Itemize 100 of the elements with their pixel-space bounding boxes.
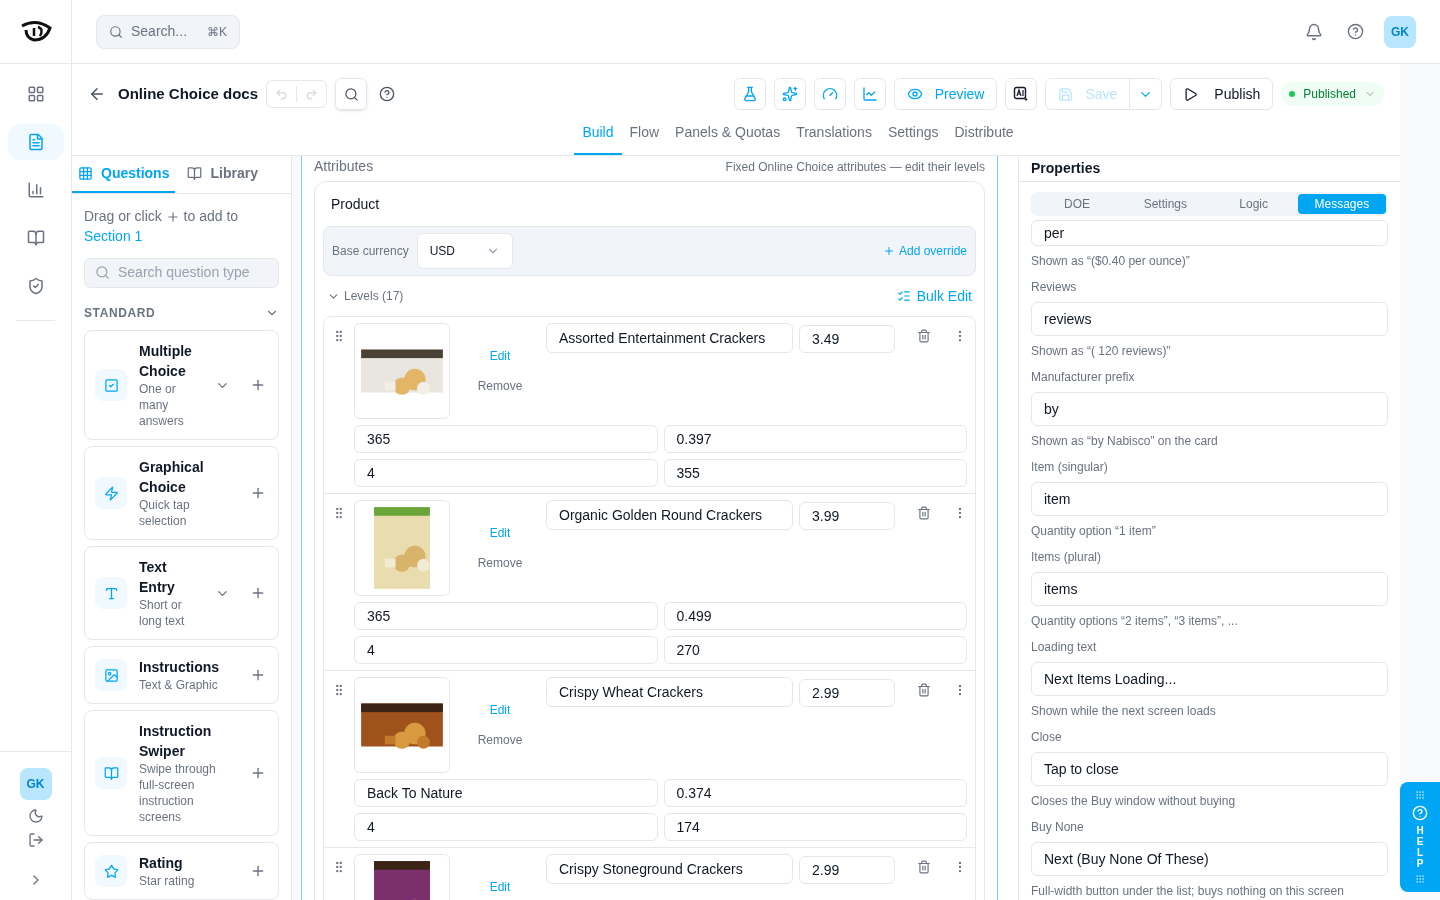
status-badge[interactable]: Published: [1281, 82, 1384, 106]
level-name-field[interactable]: Crispy Stoneground Crackers: [546, 854, 793, 884]
attribute-field[interactable]: 355: [663, 459, 967, 487]
checkbox-icon: [103, 377, 119, 393]
grid-icon: [78, 165, 93, 181]
question-type-card[interactable]: Instruction Swiper Swipe through full-screen instruction screens: [84, 710, 279, 836]
logout-icon[interactable]: [27, 832, 44, 848]
type-description: Star rating: [139, 873, 196, 889]
ai-icon: [1013, 86, 1030, 102]
question-type-card[interactable]: Instructions Text & Graphic: [84, 646, 279, 704]
remove-link[interactable]: Remove: [477, 731, 523, 749]
grip-icon: [1415, 790, 1425, 800]
toolbar-button[interactable]: [773, 78, 806, 110]
properties-tab[interactable]: Settings: [1121, 193, 1210, 214]
search-field[interactable]: Search... ⌘K: [96, 14, 241, 49]
price-field[interactable]: 2.99: [799, 856, 895, 884]
type-title: Multiple Choice: [139, 342, 193, 381]
eye-logo-icon[interactable]: [19, 19, 52, 44]
panel-tab[interactable]: Library: [179, 156, 266, 193]
text-field[interactable]: per: [1031, 220, 1388, 246]
level-name-field[interactable]: Assorted Entertainment Crackers: [546, 323, 793, 353]
text-field[interactable]: items: [1031, 572, 1388, 606]
hint-text: Drag or click: [84, 207, 162, 224]
nav-item[interactable]: [7, 124, 64, 160]
text-field[interactable]: by: [1031, 392, 1388, 426]
text-field[interactable]: Next Items Loading...: [1031, 662, 1388, 696]
text-field[interactable]: reviews: [1031, 302, 1388, 336]
remove-link[interactable]: Remove: [477, 377, 523, 395]
add-icon[interactable]: [250, 863, 266, 879]
add-icon[interactable]: [250, 485, 266, 501]
field-hint: Quantity option “1 item”: [1031, 523, 1157, 540]
question-type-card[interactable]: Rating Star rating: [84, 842, 279, 900]
trash-icon[interactable]: [917, 506, 931, 520]
properties-tab[interactable]: Logic: [1209, 193, 1298, 214]
attribute-field[interactable]: 365: [354, 602, 658, 630]
attribute-field[interactable]: 0.374: [663, 779, 967, 807]
toolbar-button[interactable]: [733, 78, 766, 110]
type-description: Short or long text: [139, 597, 186, 629]
attribute-field[interactable]: 270: [663, 636, 967, 664]
search-button[interactable]: [335, 78, 368, 110]
tab[interactable]: Settings: [879, 112, 947, 155]
tab[interactable]: Translations: [788, 112, 880, 155]
question-type-card[interactable]: Graphical Choice Quick tap selection: [84, 446, 279, 540]
trash-icon[interactable]: [917, 860, 931, 874]
resize-handle[interactable]: [292, 156, 302, 900]
field-hint: Shown as “by Nabisco” on the card: [1031, 433, 1219, 450]
bell-icon[interactable]: [1305, 22, 1323, 41]
attribute-field[interactable]: 4: [354, 459, 658, 487]
text-field[interactable]: Tap to close: [1031, 752, 1388, 786]
help-icon[interactable]: [1347, 23, 1364, 40]
add-icon[interactable]: [250, 585, 266, 601]
trash-icon[interactable]: [917, 683, 931, 697]
field-hint: Closes the Buy window without buying: [1031, 793, 1237, 810]
tab[interactable]: Distribute: [946, 112, 1022, 155]
tab[interactable]: Flow: [621, 112, 668, 155]
document-icon: [26, 133, 45, 151]
add-icon[interactable]: [250, 765, 266, 781]
price-field[interactable]: 3.49: [799, 325, 895, 353]
attribute-field[interactable]: 174: [663, 813, 967, 841]
currency-select[interactable]: USD: [416, 233, 513, 269]
publish-button[interactable]: Publish: [1170, 78, 1274, 110]
eye-icon: [906, 86, 923, 102]
toolbar-button[interactable]: [813, 78, 846, 110]
attribute-field[interactable]: Back To Nature: [354, 779, 658, 807]
remove-link[interactable]: Remove: [477, 554, 523, 572]
trash-icon[interactable]: [917, 329, 931, 343]
question-type-card[interactable]: Multiple Choice One or many answers: [84, 330, 279, 440]
ai-button[interactable]: [1005, 78, 1038, 110]
properties-tab[interactable]: DOE: [1033, 193, 1122, 214]
text-field[interactable]: item: [1031, 482, 1388, 516]
attribute-field[interactable]: 4: [354, 813, 658, 841]
add-icon[interactable]: [250, 667, 266, 683]
help-label: HELP: [1415, 825, 1425, 870]
price-field[interactable]: 3.99: [799, 502, 895, 530]
attribute-field[interactable]: 0.499: [663, 602, 967, 630]
level-name-field[interactable]: Organic Golden Round Crackers: [546, 500, 793, 530]
field-label: Manufacturer prefix: [1031, 369, 1136, 386]
attribute-title: Product: [330, 195, 381, 214]
grip-icon: [1415, 873, 1425, 884]
levels-toggle[interactable]: Levels (17): [327, 287, 404, 305]
price-field[interactable]: 2.99: [799, 679, 895, 707]
type-description: One or many answers: [139, 381, 185, 429]
attribute-field[interactable]: 4: [354, 636, 658, 664]
moon-icon[interactable]: [27, 808, 44, 824]
attribute-field[interactable]: 0.397: [663, 425, 967, 453]
add-icon[interactable]: [250, 377, 266, 393]
attribute-field[interactable]: 365: [354, 425, 658, 453]
text-field[interactable]: Next (Buy None Of These): [1031, 842, 1388, 876]
field-label: Buy None: [1031, 819, 1085, 836]
help-icon[interactable]: [379, 86, 396, 102]
bar-chart-icon: [26, 181, 45, 199]
field-label: Close: [1031, 729, 1063, 746]
field-hint: Quantity options “2 items”, “3 items”, ...: [1031, 613, 1239, 630]
sparkles-icon: [781, 86, 798, 102]
save-icon: [1058, 86, 1074, 102]
play-icon: [1183, 86, 1199, 102]
hint-text: to add to: [183, 207, 239, 224]
tab[interactable]: Panels & Quotas: [667, 112, 789, 155]
question-type-card[interactable]: Text Entry Short or long text: [84, 546, 279, 640]
level-name-field[interactable]: Crispy Wheat Crackers: [546, 677, 793, 707]
